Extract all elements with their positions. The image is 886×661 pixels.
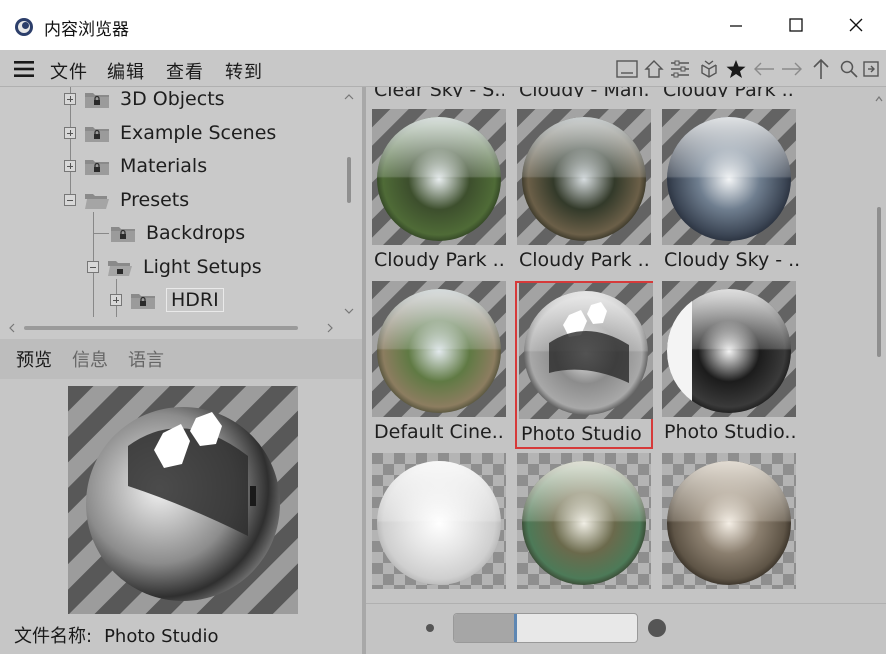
open-folder-icon [85, 194, 109, 209]
minimize-button[interactable] [714, 8, 758, 42]
search-icon[interactable] [836, 56, 862, 82]
locked-folder-icon [131, 294, 155, 309]
filename-row: 文件名称: Photo Studio [14, 622, 230, 648]
menu-file[interactable]: 文件 [50, 58, 88, 84]
tree-item-3d-objects[interactable]: 3D Objects [64, 87, 225, 114]
window-title: 内容浏览器 [44, 20, 129, 40]
menu-view[interactable]: 查看 [166, 58, 204, 84]
thumbnail-label: Clear Sky - S... [374, 87, 504, 97]
close-button[interactable] [834, 8, 878, 42]
tree-item-example-scenes[interactable]: Example Scenes [64, 118, 276, 148]
cinema4d-app-icon [15, 18, 33, 36]
hdri-sphere-preview [519, 283, 653, 419]
thumbnail-label: Photo Studio [521, 423, 642, 445]
forward-arrow-icon[interactable] [779, 56, 805, 82]
tree-item-presets[interactable]: Presets [64, 185, 189, 215]
asset-thumbnail[interactable]: Photo Studio.. [660, 281, 798, 449]
hdri-sphere-preview [662, 109, 796, 245]
minimize-icon [730, 25, 742, 27]
hdri-sphere-preview [372, 453, 506, 589]
title-bar: 内容浏览器 [0, 0, 886, 50]
star-icon[interactable] [723, 56, 749, 82]
thumbnail-label: Cloudy Park ... [663, 87, 793, 97]
close-icon [849, 18, 863, 32]
filename-label: 文件名称: [14, 626, 93, 647]
hdri-sphere-preview [372, 281, 506, 417]
grid-vertical-scrollbar[interactable] [872, 87, 886, 603]
asset-thumbnail[interactable] [660, 453, 798, 603]
collapse-icon[interactable] [64, 194, 76, 206]
tab-info[interactable]: 信息 [72, 346, 108, 372]
locked-folder-icon [85, 160, 109, 175]
tree-item-materials[interactable]: Materials [64, 151, 207, 181]
thumbnail-label: Cloudy - Man... [519, 87, 649, 97]
up-arrow-icon[interactable] [808, 56, 834, 82]
hdri-sphere-preview [517, 109, 651, 245]
tab-preview[interactable]: 预览 [16, 346, 52, 372]
locked-folder-icon [111, 227, 135, 242]
maximize-icon [789, 18, 803, 32]
new-window-icon[interactable] [860, 56, 882, 82]
locked-folder-icon [85, 93, 109, 108]
locked-folder-icon [85, 127, 109, 142]
thumbnail-label: Cloudy Sky - .. [664, 249, 801, 271]
hdri-sphere-preview [662, 453, 796, 589]
expand-icon[interactable] [64, 127, 76, 139]
asset-thumbnail[interactable]: Photo Studio [515, 281, 653, 449]
expand-icon[interactable] [64, 93, 76, 105]
asset-thumbnail[interactable]: Default Cine.. [370, 281, 508, 449]
asset-thumbnail[interactable]: Cloudy Park .. [515, 109, 653, 277]
expand-icon[interactable] [110, 294, 122, 306]
thumbnail-label: Default Cine.. [374, 421, 504, 443]
maximize-button[interactable] [774, 8, 818, 42]
tree-item-label: Example Scenes [120, 122, 277, 144]
asset-thumbnail[interactable]: Cloudy Park .. [370, 109, 508, 277]
hdri-sphere-preview [662, 281, 796, 417]
asset-thumbnail[interactable] [515, 453, 653, 603]
tree-item-label: Light Setups [143, 256, 262, 278]
preview-tab-bar: 预览 信息 语言 [0, 339, 362, 379]
tree-item-label: Presets [120, 189, 190, 211]
tree-horizontal-scrollbar[interactable] [0, 317, 362, 339]
back-arrow-icon[interactable] [751, 56, 777, 82]
asset-grid: Clear Sky - S... Cloudy - Man... Cloudy … [366, 87, 886, 603]
layout-icon[interactable] [614, 56, 640, 82]
expand-icon[interactable] [64, 160, 76, 172]
open-folder-icon [108, 261, 132, 276]
hdri-sphere-preview [372, 109, 506, 245]
thumbnail-label: Cloudy Park .. [374, 249, 505, 271]
menu-goto[interactable]: 转到 [225, 58, 263, 84]
asset-thumbnail[interactable] [370, 453, 508, 603]
tree-item-backdrops[interactable]: Backdrops [110, 218, 245, 248]
collapse-icon[interactable] [87, 261, 99, 273]
tree-vertical-scrollbar[interactable] [340, 87, 358, 319]
thumbnail-label: Photo Studio.. [664, 421, 797, 443]
zoom-in-dot[interactable] [648, 619, 666, 637]
thumbnail-label: Cloudy Park .. [519, 249, 650, 271]
menu-bar: 文件 编辑 查看 转到 [0, 50, 886, 87]
tree-item-label: Materials [120, 155, 208, 177]
window-bottom-edge [0, 654, 886, 661]
zoom-slider-handle[interactable] [514, 614, 517, 642]
tree-item-label-selected: HDRI [166, 288, 224, 312]
zoom-out-dot[interactable] [426, 624, 434, 632]
filter-icon[interactable] [667, 56, 693, 82]
tree-item-label: Backdrops [146, 222, 246, 244]
filename-value: Photo Studio [104, 626, 219, 647]
home-icon[interactable] [641, 56, 667, 82]
preview-image [68, 386, 298, 614]
hdri-sphere-preview [517, 453, 651, 589]
menu-edit[interactable]: 编辑 [107, 58, 145, 84]
asset-thumbnail[interactable]: Cloudy Sky - .. [660, 109, 801, 277]
folder-tree: 3D Objects Example Scenes Materials Pres… [0, 87, 362, 317]
hamburger-menu-icon[interactable] [14, 61, 34, 77]
tab-language[interactable]: 语言 [128, 346, 164, 372]
tree-item-light-setups[interactable]: Light Setups [87, 252, 262, 282]
tree-connector [93, 233, 109, 234]
zoom-slider-fill [454, 614, 514, 642]
tree-item-hdri[interactable]: HDRI [110, 285, 224, 315]
tree-item-label: 3D Objects [120, 88, 225, 110]
partial-row-labels: Clear Sky - S... Cloudy - Man... Cloudy … [366, 87, 886, 97]
cube-icon[interactable] [696, 56, 722, 82]
